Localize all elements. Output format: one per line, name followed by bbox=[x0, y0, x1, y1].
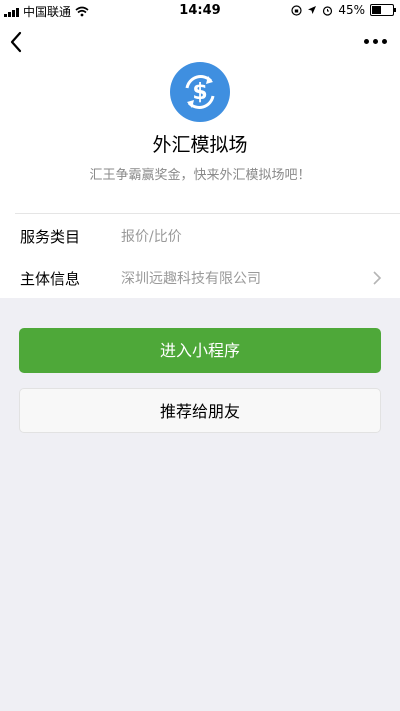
service-category-label: 服务类目 bbox=[20, 228, 81, 246]
currency-exchange-icon: $ bbox=[185, 75, 215, 109]
chevron-right-icon bbox=[373, 271, 382, 285]
more-dot-icon bbox=[364, 38, 369, 44]
status-bar: 中国联通 14:49 45% bbox=[0, 0, 400, 22]
status-right: 45% bbox=[291, 3, 396, 17]
location-icon bbox=[308, 6, 317, 14]
entity-info-value: 深圳远趣科技有限公司 bbox=[121, 271, 261, 287]
alarm-icon bbox=[323, 5, 333, 16]
enter-mini-program-button[interactable]: 进入小程序 bbox=[19, 328, 381, 373]
more-button[interactable] bbox=[364, 34, 388, 48]
service-category-row: 服务类目 报价/比价 bbox=[0, 216, 400, 256]
more-dot-icon bbox=[373, 38, 378, 44]
rotation-lock-icon bbox=[291, 4, 302, 16]
entity-info-row[interactable]: 主体信息 深圳远趣科技有限公司 bbox=[0, 258, 400, 298]
entity-info-label: 主体信息 bbox=[20, 270, 81, 288]
recommend-to-friend-button[interactable]: 推荐给朋友 bbox=[19, 388, 381, 433]
divider bbox=[15, 213, 400, 214]
svg-text:$: $ bbox=[192, 80, 207, 105]
app-name: 外汇模拟场 bbox=[152, 134, 248, 156]
back-button[interactable] bbox=[6, 28, 30, 56]
battery-percent: 45% bbox=[338, 3, 365, 17]
battery-icon bbox=[370, 4, 396, 16]
app-logo: $ bbox=[170, 62, 230, 122]
mini-program-info-card: $ 外汇模拟场 汇王争霸赢奖金，快来外汇模拟场吧！ 服务类目 报价/比价 主体信… bbox=[0, 22, 400, 298]
service-category-value: 报价/比价 bbox=[121, 229, 182, 245]
chevron-left-icon bbox=[10, 31, 22, 53]
more-dot-icon bbox=[382, 38, 387, 44]
app-description: 汇王争霸赢奖金，快来外汇模拟场吧！ bbox=[89, 168, 311, 183]
